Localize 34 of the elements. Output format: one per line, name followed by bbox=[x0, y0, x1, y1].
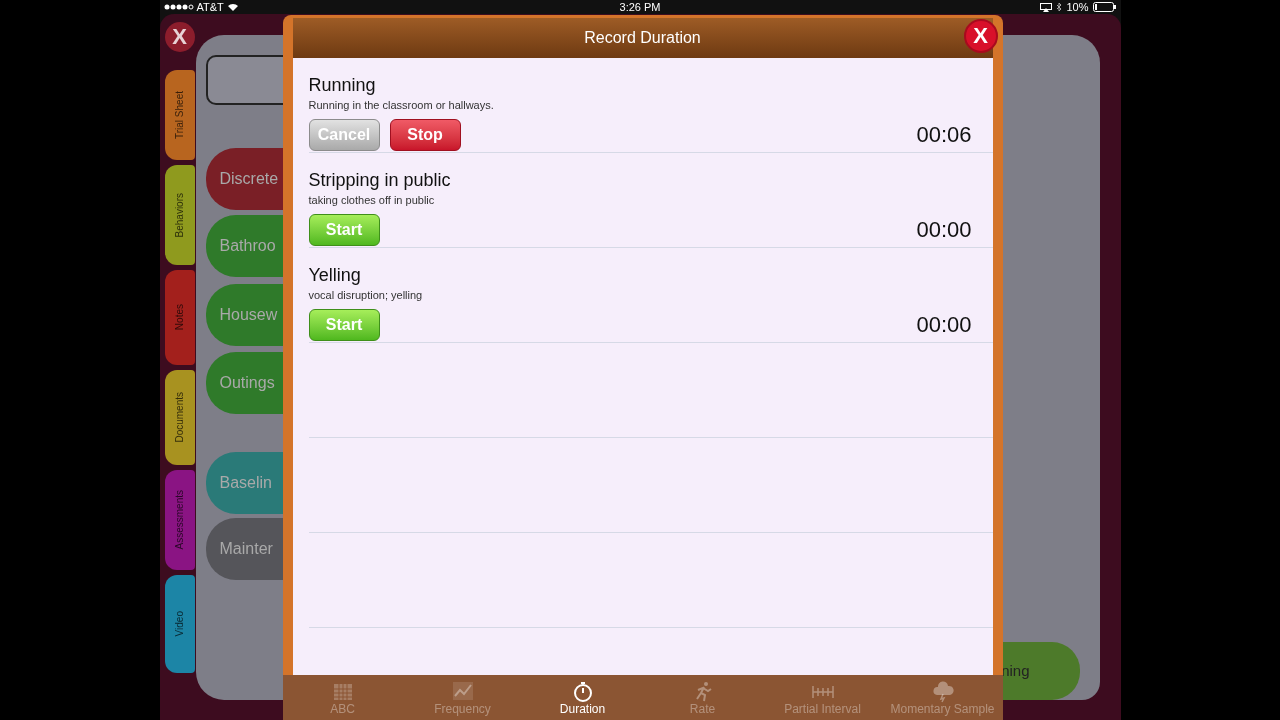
timer: 00:06 bbox=[916, 121, 972, 149]
signal-icon bbox=[163, 4, 194, 10]
side-tab[interactable]: Assessments bbox=[164, 470, 195, 570]
behavior-description: Running in the classroom or hallways. bbox=[308, 98, 495, 112]
modal-title: Record Duration bbox=[584, 28, 701, 48]
line-chart-icon bbox=[451, 681, 474, 703]
storm-cloud-icon bbox=[931, 681, 954, 703]
tab[interactable]: Duration bbox=[522, 675, 643, 720]
side-tab[interactable]: Notes bbox=[164, 270, 195, 365]
close-button[interactable]: X bbox=[164, 22, 195, 52]
battery-percent: 10% bbox=[1066, 0, 1089, 15]
timer: 00:00 bbox=[916, 216, 972, 244]
side-tab[interactable]: Documents bbox=[164, 370, 195, 465]
battery-icon bbox=[1092, 2, 1117, 12]
tab[interactable]: Rate bbox=[642, 675, 763, 720]
side-tab[interactable]: Video bbox=[164, 575, 195, 673]
stop-button[interactable]: Stop bbox=[389, 118, 461, 151]
start-button[interactable]: Start bbox=[308, 308, 380, 341]
airplay-icon bbox=[1040, 2, 1053, 12]
behavior-name: Running bbox=[308, 74, 377, 96]
calendar-icon bbox=[331, 681, 354, 703]
bluetooth-icon bbox=[1056, 2, 1063, 12]
start-button[interactable]: Start bbox=[308, 213, 380, 246]
time: 3:26 PM bbox=[619, 0, 661, 15]
stopwatch-icon bbox=[571, 681, 594, 703]
side-tab[interactable]: Trial Sheet bbox=[164, 70, 195, 160]
tab[interactable]: Partial Interval bbox=[762, 675, 883, 720]
tab[interactable]: Frequency bbox=[402, 675, 523, 720]
wifi-icon bbox=[226, 2, 239, 12]
timer: 00:00 bbox=[916, 311, 972, 339]
carrier-name: AT&T bbox=[196, 0, 224, 15]
side-tab[interactable]: Behaviors bbox=[164, 165, 195, 265]
cancel-button[interactable]: Cancel bbox=[308, 118, 380, 151]
tab[interactable]: ABC bbox=[282, 675, 403, 720]
